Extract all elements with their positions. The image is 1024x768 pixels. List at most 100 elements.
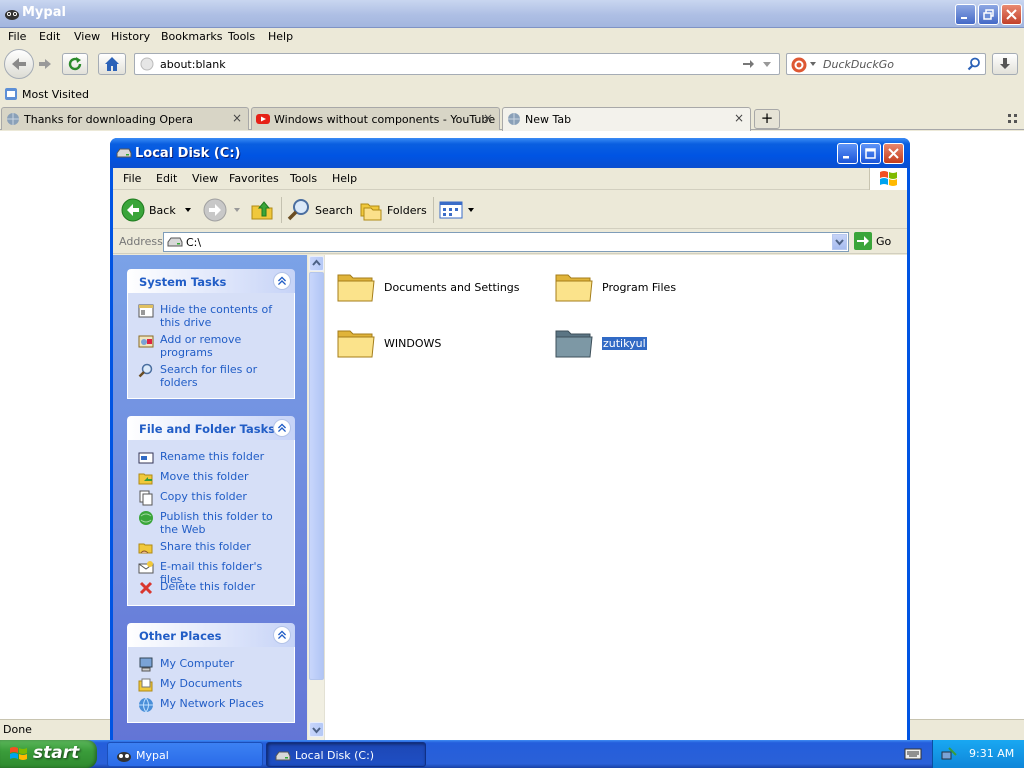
explorer-maximize-button[interactable] — [860, 143, 881, 164]
scroll-thumb[interactable] — [309, 272, 324, 680]
task-hide-drive-contents[interactable]: Hide the contents of this drive — [138, 303, 286, 329]
task-add-remove-programs[interactable]: Add or remove programs — [138, 333, 286, 359]
address-value[interactable]: C:\ — [186, 236, 201, 249]
tab-list-icon[interactable] — [1008, 114, 1018, 124]
folders-label: Folders — [387, 203, 427, 217]
task-share-folder[interactable]: Share this folder — [138, 540, 286, 556]
taskbar-item-local-disk[interactable]: Local Disk (C:) — [266, 742, 426, 767]
other-places-header[interactable]: Other Places — [127, 623, 295, 647]
task-rename-folder[interactable]: Rename this folder — [138, 450, 286, 466]
folders-icon — [360, 203, 382, 221]
place-my-computer[interactable]: My Computer — [138, 657, 286, 673]
network-tray-icon[interactable] — [941, 746, 957, 762]
tab-close-icon[interactable]: × — [483, 111, 493, 125]
scroll-up-button[interactable] — [309, 256, 324, 271]
menu-edit[interactable]: Edit — [39, 30, 60, 43]
folder-program-files[interactable]: Program Files — [554, 267, 676, 307]
folder-zutikyul[interactable]: zutikyul — [554, 323, 648, 363]
tab-youtube[interactable]: Windows without components - YouTube × — [251, 107, 500, 130]
go-label: Go — [876, 234, 892, 248]
tab-strip: Thanks for downloading Opera × Windows w… — [0, 106, 1024, 131]
ex-menu-favorites[interactable]: Favorites — [229, 172, 279, 185]
task-move-folder[interactable]: Move this folder — [138, 470, 286, 486]
engine-dropdown-icon[interactable] — [810, 62, 816, 66]
close-button[interactable] — [1001, 4, 1022, 25]
menu-view[interactable]: View — [74, 30, 100, 43]
home-button[interactable] — [98, 53, 126, 75]
share-folder-icon — [138, 543, 153, 554]
menu-help[interactable]: Help — [268, 30, 293, 43]
views-dropdown-icon[interactable] — [467, 207, 475, 213]
start-button[interactable]: start — [0, 740, 97, 768]
ex-forward-button[interactable] — [203, 196, 241, 224]
ex-menu-tools[interactable]: Tools — [290, 172, 317, 185]
task-search-files[interactable]: Search for files or folders — [138, 363, 286, 389]
back-dropdown-icon[interactable] — [184, 207, 192, 213]
tab-new-tab[interactable]: New Tab × — [502, 107, 751, 131]
menu-tools[interactable]: Tools — [228, 30, 255, 43]
task-publish-to-web[interactable]: Publish this folder to the Web — [138, 510, 286, 536]
explorer-close-button[interactable] — [883, 143, 904, 164]
menu-bookmarks[interactable]: Bookmarks — [161, 30, 222, 43]
views-button[interactable] — [439, 196, 475, 224]
file-folder-tasks-header[interactable]: File and Folder Tasks — [127, 416, 295, 440]
ex-menu-file[interactable]: File — [123, 172, 141, 185]
go-arrow-icon[interactable] — [741, 57, 755, 71]
place-my-network-places[interactable]: My Network Places — [138, 697, 286, 713]
reload-button[interactable] — [62, 53, 88, 75]
bookmark-folder-icon — [5, 88, 17, 100]
system-tasks-header[interactable]: System Tasks — [127, 269, 295, 293]
vertical-scrollbar[interactable] — [308, 255, 325, 740]
search-bar[interactable]: DuckDuckGo — [786, 53, 986, 75]
url-dropdown-icon[interactable] — [761, 57, 773, 71]
folder-name: WINDOWS — [384, 336, 442, 350]
collapse-icon[interactable] — [273, 626, 291, 644]
tab-close-icon[interactable]: × — [232, 111, 242, 125]
task-delete-folder[interactable]: Delete this folder — [138, 580, 286, 596]
task-copy-folder[interactable]: Copy this folder — [138, 490, 286, 506]
magnifier-icon — [287, 199, 309, 221]
youtube-icon — [256, 114, 270, 124]
new-tab-button[interactable]: + — [754, 109, 780, 129]
up-folder-button[interactable] — [250, 196, 274, 224]
clock[interactable]: 9:31 AM — [969, 747, 1014, 760]
back-button[interactable] — [4, 49, 34, 79]
up-folder-icon — [251, 201, 273, 220]
folder-documents-and-settings[interactable]: Documents and Settings — [336, 267, 520, 307]
most-visited-bookmark[interactable]: Most Visited — [4, 87, 89, 101]
forward-dropdown-icon[interactable] — [233, 207, 241, 213]
search-icon[interactable] — [967, 57, 981, 71]
scroll-down-button[interactable] — [309, 722, 324, 737]
forward-button[interactable] — [34, 54, 56, 74]
ex-menu-help[interactable]: Help — [332, 172, 357, 185]
taskbar-item-mypal[interactable]: Mypal — [107, 742, 263, 767]
ex-search-button[interactable]: Search — [287, 196, 353, 224]
explorer-titlebar[interactable]: Local Disk (C:) — [110, 138, 910, 168]
menu-file[interactable]: File — [8, 30, 26, 43]
ex-menu-view[interactable]: View — [192, 172, 218, 185]
address-dropdown-button[interactable] — [832, 234, 847, 250]
ex-folders-button[interactable]: Folders — [359, 196, 427, 224]
minimize-button[interactable] — [955, 4, 976, 25]
folder-name-selected[interactable]: zutikyul — [601, 335, 648, 351]
menu-history[interactable]: History — [111, 30, 150, 43]
duckduckgo-icon[interactable] — [791, 57, 807, 73]
downloads-button[interactable] — [992, 53, 1018, 75]
place-my-documents[interactable]: My Documents — [138, 677, 286, 693]
keyboard-icon[interactable] — [904, 746, 922, 762]
folder-icon — [337, 274, 375, 302]
address-go-button[interactable]: Go — [854, 232, 891, 250]
ex-back-button[interactable]: Back — [121, 196, 192, 224]
address-input[interactable]: C:\ — [163, 232, 849, 252]
tab-close-icon[interactable]: × — [734, 111, 744, 125]
url-bar[interactable]: about:blank — [134, 53, 780, 75]
folder-windows[interactable]: WINDOWS — [336, 323, 441, 363]
collapse-icon[interactable] — [273, 419, 291, 437]
ex-menu-edit[interactable]: Edit — [156, 172, 177, 185]
search-input[interactable]: DuckDuckGo — [823, 58, 894, 71]
url-text[interactable]: about:blank — [160, 58, 226, 71]
tab-opera[interactable]: Thanks for downloading Opera × — [1, 107, 249, 130]
explorer-minimize-button[interactable] — [837, 143, 858, 164]
restore-button[interactable] — [978, 4, 999, 25]
collapse-icon[interactable] — [273, 272, 291, 290]
